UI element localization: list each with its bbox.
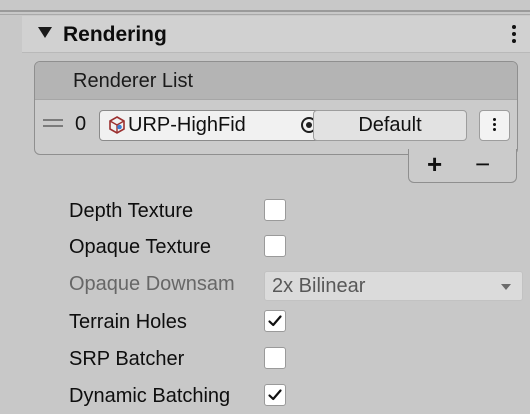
renderer-asset-name: URP-HighFid [128,114,246,136]
kebab-icon[interactable] [511,25,517,45]
dropdown-value: 2x Bilinear [272,275,366,297]
terrain-holes-checkbox[interactable] [264,310,286,332]
renderer-list: Renderer List 0 URP-HighFid Default [34,61,518,155]
dynamic-batching-checkbox[interactable] [264,384,286,406]
set-default-button[interactable]: Default [313,110,467,141]
top-divider-secondary [0,14,530,15]
opaque-downsampling-label: Opaque Downsam [69,273,235,295]
row-index: 0 [75,113,87,135]
renderer-list-title: Renderer List [73,70,194,92]
terrain-holes-label: Terrain Holes [69,311,187,333]
renderer-asset-field[interactable]: URP-HighFid [99,110,327,141]
opaque-texture-label: Opaque Texture [69,236,211,258]
opaque-texture-checkbox[interactable] [264,235,286,257]
triangle-down-icon[interactable] [38,27,52,38]
chevron-down-icon [501,284,511,290]
checkmark-icon [268,389,282,401]
opaque-downsampling-dropdown[interactable]: 2x Bilinear [264,271,523,301]
checkmark-icon [268,315,282,327]
drag-handle-icon[interactable] [43,119,63,131]
srp-batcher-label: SRP Batcher [69,348,185,370]
top-divider [0,10,530,12]
pipeline-asset-icon [109,116,125,134]
add-renderer-button[interactable]: + [427,149,442,180]
renderer-list-row[interactable]: 0 URP-HighFid Default [35,100,517,154]
top-band [0,0,530,10]
rendering-foldout-header[interactable]: Rendering [22,16,530,53]
renderer-list-footer: + − [408,149,517,183]
srp-batcher-checkbox[interactable] [264,347,286,369]
depth-texture-checkbox[interactable] [264,199,286,221]
depth-texture-label: Depth Texture [69,200,194,222]
renderer-list-header: Renderer List [35,62,517,100]
remove-renderer-button[interactable]: − [475,149,490,180]
dynamic-batching-label: Dynamic Batching [69,385,231,407]
section-title: Rendering [63,23,167,46]
row-menu-button[interactable] [479,110,510,141]
